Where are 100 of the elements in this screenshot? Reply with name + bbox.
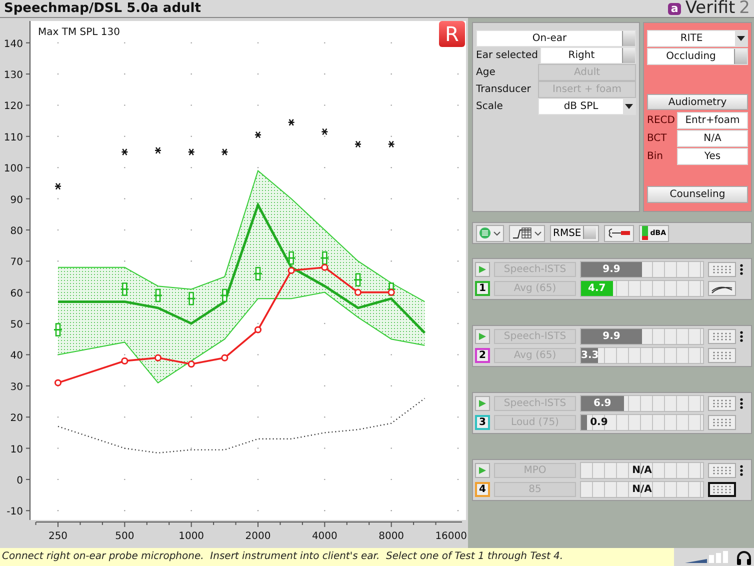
field-label: Bin [647, 151, 664, 162]
x-tick-label: 16000 [435, 531, 467, 542]
aided-point [54, 379, 62, 386]
y-tick-label: 60 [10, 288, 23, 300]
ucl-marker [388, 140, 394, 148]
action-button[interactable]: Audiometry [647, 94, 748, 110]
field-label: RECD [647, 115, 675, 126]
dropdown[interactable]: RITE [647, 30, 748, 47]
ear-button[interactable]: R [439, 21, 465, 47]
aided-point [321, 264, 328, 271]
aided-point [121, 357, 128, 364]
y-tick-label: 120 [4, 101, 23, 112]
ucl-marker [288, 119, 294, 126]
more-icon[interactable] [740, 264, 743, 275]
field-label: Age [476, 67, 496, 78]
dot-grid-icon [712, 485, 732, 494]
action-button[interactable]: Counseling [647, 186, 748, 203]
ucl-marker [122, 148, 128, 156]
meter-reading: 4.7 [587, 282, 607, 296]
level-meter-icon [642, 226, 648, 240]
y-tick-label: 140 [4, 38, 23, 50]
play-icon [478, 399, 487, 408]
y-tick-label: 20 [10, 413, 23, 424]
y-tick-label: 100 [4, 164, 23, 175]
y-tick-label: 40 [10, 350, 23, 362]
target-marker [54, 323, 62, 336]
ucl-marker [255, 132, 261, 138]
play-icon [478, 332, 487, 341]
y-tick-label: 110 [4, 132, 23, 144]
globe-button[interactable] [476, 224, 504, 242]
y-tick-label: 30 [10, 382, 23, 393]
target-marker [220, 288, 229, 302]
headphones-icon[interactable] [736, 550, 752, 564]
dot-grid-icon [712, 466, 732, 475]
field-label: Scale [476, 101, 504, 112]
ucl-marker [55, 182, 61, 190]
y-tick-label: 0 [16, 475, 23, 486]
x-tick-label: 250 [48, 531, 68, 542]
x-tick-label: 1000 [178, 531, 204, 542]
more-icon[interactable] [740, 331, 743, 342]
test-number[interactable]: 3 [475, 415, 490, 430]
graph-view-button[interactable] [509, 224, 545, 242]
aided-point [354, 288, 362, 296]
aided-point [254, 326, 262, 334]
dropdown[interactable]: dB SPL [538, 98, 636, 115]
chart-note: Max TM SPL 130 [38, 27, 120, 38]
field-label: BCT [647, 133, 668, 144]
probe-button[interactable] [604, 224, 634, 242]
caret-icon [534, 230, 542, 236]
more-icon[interactable] [740, 465, 743, 476]
window-title: Speechmap/DSL 5.0a adult [4, 1, 201, 16]
rmse-toggle[interactable]: RMSE [550, 224, 600, 242]
target-marker [320, 251, 329, 265]
y-tick-label: 130 [4, 70, 23, 82]
y-tick-label: 90 [10, 194, 23, 206]
field-label: Transducer [476, 84, 532, 95]
meter-reading: N/A [631, 483, 653, 497]
y-tick-label: -10 [6, 506, 23, 518]
field-label: Ear selected [476, 50, 538, 61]
selector-field[interactable]: On-ear [476, 30, 636, 47]
selector-field[interactable]: N/A [677, 130, 748, 148]
y-tick-label: 50 [10, 320, 23, 331]
selector-field[interactable]: Yes [677, 148, 748, 166]
aided-point [288, 266, 295, 274]
meter-reading: 9.9 [602, 330, 622, 344]
target-marker [187, 292, 196, 306]
aided-point [188, 360, 195, 368]
curve-button[interactable] [708, 281, 736, 296]
selector-field[interactable]: Right [540, 47, 636, 64]
selector-field[interactable]: Entr+foam [677, 112, 748, 130]
ucl-marker [322, 128, 328, 136]
test-number[interactable]: 1 [475, 281, 490, 296]
logo-name: Verifit [685, 0, 736, 17]
dot-grid-icon [712, 332, 732, 341]
target-marker [154, 288, 162, 302]
y-tick-label: 70 [10, 257, 23, 268]
ucl-marker [222, 148, 228, 156]
dot-grid-icon [712, 418, 732, 427]
play-icon [478, 466, 487, 475]
x-tick-label: 500 [115, 531, 134, 542]
dot-grid-icon [712, 351, 732, 360]
x-tick-label: 4000 [312, 531, 338, 542]
target-marker [354, 273, 362, 286]
dot-grid-icon [712, 399, 732, 408]
meter-reading: 0.9 [590, 416, 608, 430]
x-tick-label: 8000 [378, 531, 404, 542]
more-icon[interactable] [740, 398, 743, 409]
ucl-marker [355, 140, 361, 148]
selector-field[interactable]: Occluding [647, 48, 748, 65]
play-icon [478, 265, 487, 274]
logo-mark: a [668, 2, 682, 14]
meter-reading: 9.9 [602, 263, 622, 277]
grid-button[interactable] [708, 482, 736, 497]
globe-icon [479, 227, 491, 239]
test-number[interactable]: 2 [475, 348, 490, 363]
test-number[interactable]: 4 [475, 482, 490, 497]
aided-point [154, 354, 162, 362]
meter-reading: 6.9 [592, 397, 612, 411]
meter-reading: 3.3 [581, 349, 598, 363]
y-tick-label: 80 [10, 226, 23, 237]
